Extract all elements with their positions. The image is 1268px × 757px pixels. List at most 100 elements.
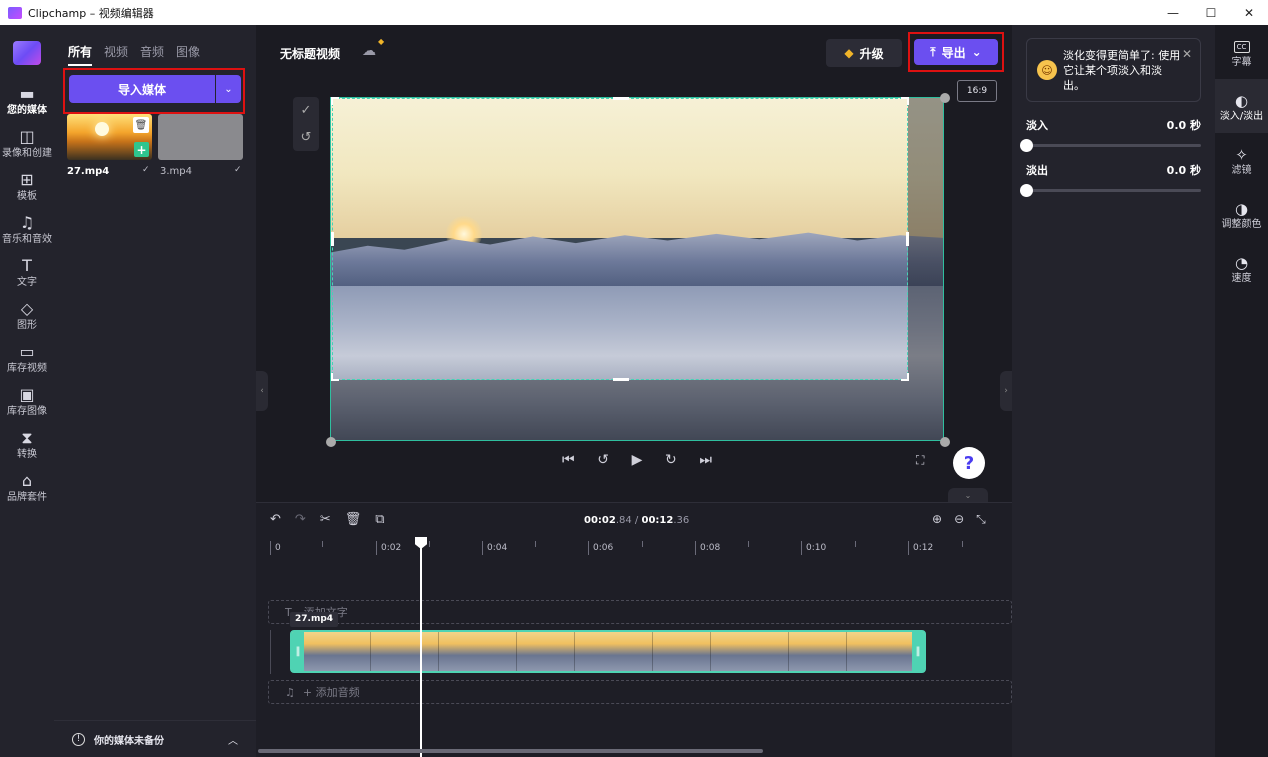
party-emoji-icon: ☺ (1037, 60, 1057, 80)
rail-fade[interactable]: ◐ 淡入/淡出 (1215, 79, 1268, 133)
resize-handle[interactable] (326, 437, 336, 447)
delete-icon[interactable]: 🗑 (345, 512, 362, 527)
nav-record-create[interactable]: ◫ 录像和创建 (0, 126, 54, 159)
nav-your-media[interactable]: ▬ 您的媒体 (0, 83, 54, 116)
rail-label: 滤镜 (1231, 165, 1252, 176)
skip-back-icon[interactable]: ⏮ (562, 452, 575, 468)
sun-image (95, 122, 109, 136)
nav-music[interactable]: ♫ 音乐和音效 (0, 212, 54, 245)
tab-image[interactable]: 图像 (176, 43, 200, 66)
rewind-5-icon[interactable]: ↺ (597, 452, 609, 468)
media-thumbnail-27[interactable]: 🗑 + (67, 114, 152, 160)
crop-edge-handle[interactable] (906, 232, 909, 246)
crop-box[interactable] (331, 97, 909, 381)
crop-corner-handle[interactable] (907, 373, 909, 381)
nav-text[interactable]: T 文字 (0, 255, 54, 288)
import-dropdown-button[interactable]: ⌄ (216, 75, 241, 103)
stock-image-icon: ▣ (19, 384, 35, 404)
scissors-icon[interactable]: ✂ (320, 512, 331, 527)
nav-transitions[interactable]: ⧗ 转换 (0, 427, 54, 460)
tab-video[interactable]: 视频 (104, 43, 128, 66)
clip-frame (652, 632, 653, 671)
nav-stock-video[interactable]: ▭ 库存视频 (0, 341, 54, 374)
backup-notice[interactable]: ! 你的媒体未备份 ︿ (54, 720, 256, 757)
upgrade-button[interactable]: ◆ 升级 (826, 39, 902, 67)
clip-frame (788, 632, 789, 671)
clip-name-label: 27.mp4 (290, 612, 339, 627)
rail-adjust-color[interactable]: ◑ 调整颜色 (1215, 187, 1268, 241)
ruler-tick: 0:08 (695, 541, 720, 555)
add-audio-track[interactable]: ♫ + 添加音频 (268, 680, 1012, 704)
tab-audio[interactable]: 音频 (140, 43, 164, 66)
fade-out-label: 淡出 (1026, 164, 1048, 177)
aspect-ratio-button[interactable]: 16:9 (957, 80, 997, 102)
camera-icon: ◫ (19, 126, 35, 146)
nav-templates[interactable]: ⊞ 模板 (0, 169, 54, 202)
fade-in-slider[interactable] (1020, 139, 1201, 152)
time-ruler[interactable]: 0 0:02 0:04 0:06 0:08 0:10 0:12 (270, 539, 1012, 559)
clip-trim-left-handle[interactable]: ‖ (292, 632, 304, 671)
export-button[interactable]: ⤒ 导出 ⌄ (914, 39, 998, 65)
media-thumbnail-3[interactable] (158, 114, 243, 160)
collapse-left-button[interactable]: ‹ (256, 371, 268, 411)
maximize-button[interactable]: ☐ (1192, 0, 1230, 25)
minimize-button[interactable]: — (1154, 0, 1192, 25)
rail-label: 速度 (1231, 273, 1252, 284)
fit-icon[interactable]: ⤡ (976, 512, 986, 527)
crop-corner-handle[interactable] (331, 373, 333, 381)
video-clip[interactable]: ‖ ‖ (290, 630, 926, 673)
rail-captions[interactable]: CC 字幕 (1215, 25, 1268, 79)
collapse-bottom-button[interactable]: ⌄ (948, 488, 988, 502)
project-title[interactable]: 无标题视频 (280, 45, 340, 62)
rail-speed[interactable]: ◔ 速度 (1215, 241, 1268, 295)
delete-icon[interactable]: 🗑 (133, 117, 149, 133)
crop-corner-handle[interactable] (907, 97, 909, 105)
help-button[interactable]: ? (953, 447, 985, 479)
right-rail: CC 字幕 ◐ 淡入/淡出 ✧ 滤镜 ◑ 调整颜色 ◔ 速度 (1215, 25, 1268, 757)
crop-edge-handle[interactable] (613, 378, 629, 381)
timecode: 00:02.84 / 00:12.36 (584, 515, 689, 526)
undo-icon[interactable]: ↶ (270, 512, 281, 527)
nav-brand-kit[interactable]: ⌂ 品牌套件 (0, 470, 54, 503)
chevron-up-icon[interactable]: ︿ (228, 732, 238, 747)
import-media-button[interactable]: 导入媒体 (69, 75, 215, 103)
cloud-off-icon[interactable]: ☁ (362, 43, 376, 59)
add-to-timeline-icon[interactable]: + (134, 142, 149, 157)
fade-out-slider[interactable] (1020, 184, 1201, 197)
resize-handle[interactable] (940, 93, 950, 103)
clipchamp-logo (13, 41, 41, 65)
upload-icon: ⤒ (930, 44, 936, 59)
duplicate-icon[interactable]: ⧉ (375, 512, 384, 527)
collapse-right-button[interactable]: › (1000, 371, 1012, 411)
reset-icon[interactable]: ↺ (301, 130, 312, 145)
ruler-tick: 0:02 (376, 541, 401, 555)
play-icon[interactable]: ▶ (632, 452, 643, 468)
add-text-track[interactable]: T 添加文字 (268, 600, 1012, 624)
resize-handle[interactable] (940, 437, 950, 447)
zoom-out-icon[interactable]: ⊖ (954, 512, 964, 527)
rail-filters[interactable]: ✧ 滤镜 (1215, 133, 1268, 187)
ruler-tick: 0:12 (908, 541, 933, 555)
timeline-scrollbar[interactable] (258, 749, 763, 753)
confirm-icon[interactable]: ✓ (301, 103, 312, 118)
clip-trim-right-handle[interactable]: ‖ (912, 632, 924, 671)
ruler-tick: 0:06 (588, 541, 613, 555)
fullscreen-icon[interactable]: ⛶ (916, 453, 924, 468)
redo-icon[interactable]: ↷ (295, 512, 306, 527)
crop-edge-handle[interactable] (331, 232, 334, 246)
nav-graphics[interactable]: ◇ 图形 (0, 298, 54, 331)
forward-5-icon[interactable]: ↻ (665, 452, 677, 468)
fade-out-slider-thumb[interactable] (1020, 184, 1033, 197)
diamond-icon: ◆ (844, 46, 854, 60)
tab-all[interactable]: 所有 (68, 43, 93, 66)
zoom-in-icon[interactable]: ⊕ (932, 512, 942, 527)
playhead[interactable] (415, 537, 427, 757)
skip-forward-icon[interactable]: ⏭ (699, 452, 712, 468)
close-icon[interactable]: ✕ (1182, 47, 1192, 61)
nav-stock-image[interactable]: ▣ 库存图像 (0, 384, 54, 417)
crop-edge-handle[interactable] (613, 97, 629, 100)
crop-corner-handle[interactable] (331, 97, 333, 105)
fade-in-slider-thumb[interactable] (1020, 139, 1033, 152)
close-button[interactable]: ✕ (1230, 0, 1268, 25)
chevron-down-icon: ⌄ (224, 83, 233, 95)
